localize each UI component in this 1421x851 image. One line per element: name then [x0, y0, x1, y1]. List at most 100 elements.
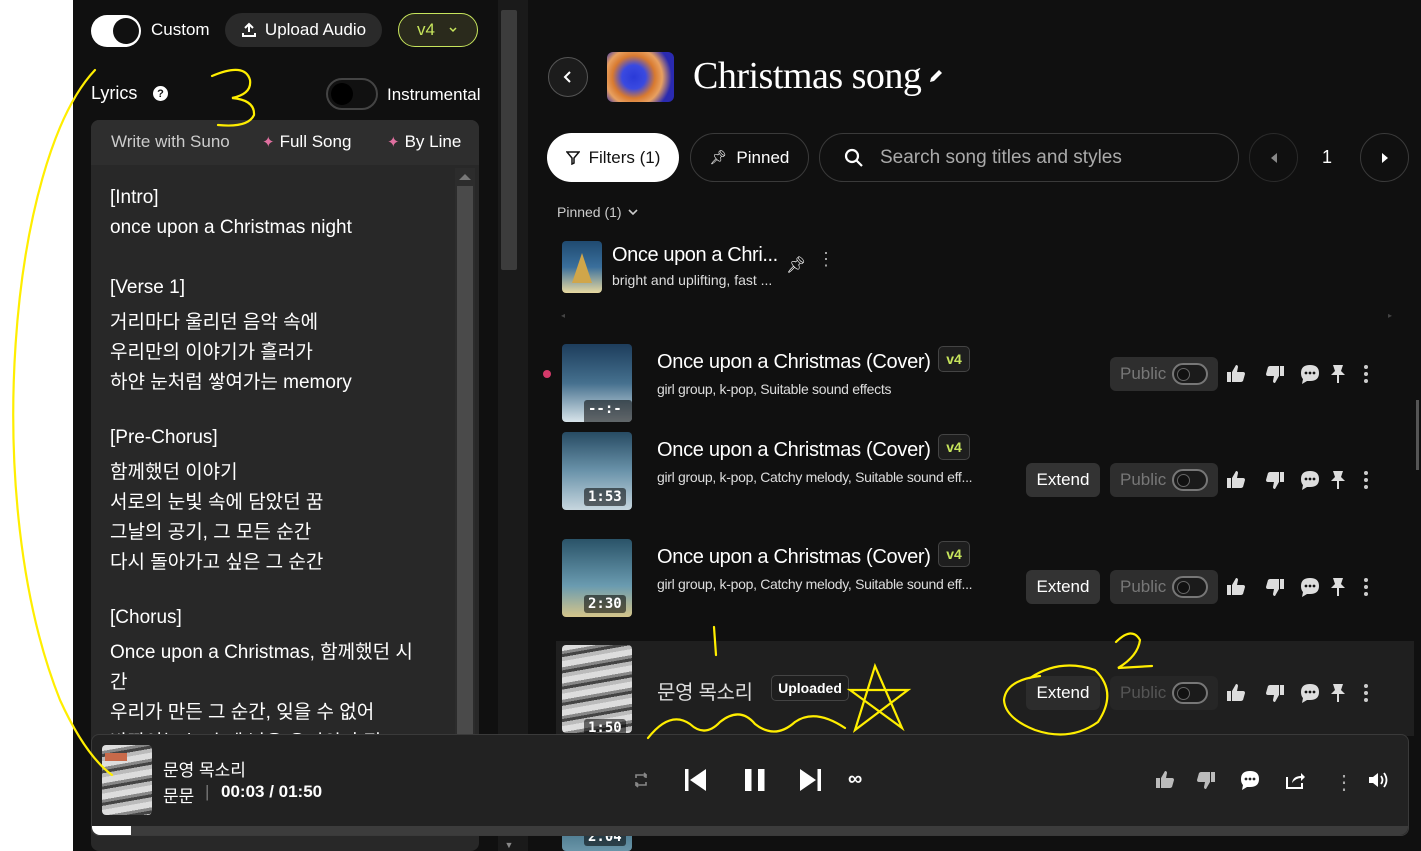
- player-more-icon[interactable]: ⋮: [1334, 770, 1354, 795]
- song-cover[interactable]: 2:30: [562, 539, 632, 617]
- song-title[interactable]: Once upon a Christmas (Cover): [657, 439, 931, 462]
- song-title[interactable]: Once upon a Christmas (Cover): [657, 546, 931, 569]
- list-scroll-thumb[interactable]: [1416, 400, 1419, 470]
- repeat-icon[interactable]: [632, 771, 650, 789]
- thumbs-up-icon[interactable]: [1225, 363, 1247, 385]
- scroll-down-arrow[interactable]: ▼: [503, 840, 515, 850]
- skip-back-icon[interactable]: [684, 767, 708, 793]
- lyrics-line: [Chorus]: [110, 607, 182, 628]
- custom-toggle[interactable]: [91, 15, 141, 47]
- player-song-title[interactable]: 문영 목소리: [163, 756, 246, 781]
- pin-icon[interactable]: [1329, 363, 1351, 385]
- thumbs-down-icon[interactable]: [1264, 682, 1286, 704]
- song-title[interactable]: Once upon a Christmas (Cover): [657, 351, 931, 374]
- volume-icon[interactable]: [1367, 770, 1389, 790]
- thumbs-down-icon[interactable]: [1264, 576, 1286, 598]
- divider-scroll-thumb[interactable]: [501, 10, 517, 270]
- pinned-song-cover[interactable]: [562, 241, 602, 293]
- toggle-knob: [1177, 687, 1190, 700]
- more-icon[interactable]: ⋮: [817, 250, 835, 268]
- cover-block: [105, 753, 127, 761]
- public-toggle[interactable]: Public: [1110, 463, 1218, 497]
- instrumental-toggle[interactable]: [326, 78, 378, 110]
- comment-icon[interactable]: [1299, 363, 1321, 385]
- pinned-song-title[interactable]: Once upon a Chri...: [612, 244, 778, 267]
- search-box[interactable]: Search song titles and styles: [819, 133, 1239, 182]
- comment-icon[interactable]: [1299, 576, 1321, 598]
- version-label: v4: [417, 20, 435, 39]
- thumbs-down-icon[interactable]: [1264, 363, 1286, 385]
- lyrics-line: 다시 돌아가고 싶은 그 순간: [110, 552, 324, 573]
- more-icon[interactable]: [1360, 682, 1382, 704]
- by-line-tab[interactable]: ✦ By Line: [387, 132, 461, 152]
- more-icon[interactable]: [1360, 469, 1382, 491]
- lyrics-line: 하얀 눈처럼 쌓여가는 memory: [110, 372, 352, 393]
- filter-icon: [565, 150, 580, 165]
- thumbs-down-icon[interactable]: [1264, 469, 1286, 491]
- pinned-hscroll-left[interactable]: ◂: [561, 311, 565, 320]
- write-with-suno-tab[interactable]: Write with Suno: [111, 132, 230, 152]
- pin-icon[interactable]: [1329, 576, 1351, 598]
- toggle-knob: [1177, 581, 1190, 594]
- comment-icon[interactable]: [1299, 682, 1321, 704]
- more-icon[interactable]: [1360, 576, 1382, 598]
- extend-button[interactable]: Extend: [1026, 676, 1100, 710]
- scroll-up-arrow[interactable]: [459, 174, 471, 180]
- player-separator: |: [205, 782, 210, 801]
- thumbs-up-icon[interactable]: [1225, 469, 1247, 491]
- version-badge: v4: [938, 346, 970, 372]
- chevron-down-icon: [449, 27, 457, 33]
- thumbs-up-icon[interactable]: [1225, 576, 1247, 598]
- song-cover[interactable]: 1:50: [562, 645, 632, 733]
- more-icon[interactable]: [1360, 363, 1382, 385]
- player-artist[interactable]: 문문: [163, 782, 194, 807]
- thumbs-down-icon[interactable]: [1195, 769, 1217, 791]
- scrollbar-thumb[interactable]: [457, 186, 473, 746]
- search-input[interactable]: Search song titles and styles: [880, 147, 1122, 169]
- pinned-section-header[interactable]: Pinned (1): [557, 204, 639, 220]
- help-icon[interactable]: ?: [153, 86, 168, 101]
- song-title[interactable]: 문영 목소리: [657, 676, 753, 705]
- lyrics-scrollbar[interactable]: [455, 168, 475, 746]
- pin-icon[interactable]: 📌︎: [786, 255, 806, 275]
- pin-icon[interactable]: [1329, 469, 1351, 491]
- extend-button[interactable]: Extend: [1026, 570, 1100, 604]
- song-cover[interactable]: --:--: [562, 344, 632, 422]
- progress-fill: [92, 826, 132, 835]
- extend-button[interactable]: Extend: [1026, 463, 1100, 497]
- public-toggle[interactable]: Public: [1110, 357, 1218, 391]
- toggle-switch: [1172, 469, 1208, 491]
- next-page-button[interactable]: [1360, 133, 1409, 182]
- upload-audio-button[interactable]: Upload Audio: [225, 13, 382, 47]
- pinned-hscroll-right[interactable]: ▸: [1388, 311, 1392, 320]
- progress-track[interactable]: [92, 826, 1408, 835]
- lyrics-line: [Pre-Chorus]: [110, 427, 218, 448]
- edit-icon[interactable]: [927, 67, 945, 85]
- list-scrollbar[interactable]: [1414, 340, 1421, 740]
- pinned-filter-button[interactable]: 📌︎ Pinned: [690, 133, 809, 182]
- filters-button[interactable]: Filters (1): [547, 133, 679, 182]
- prev-page-button[interactable]: [1249, 133, 1298, 182]
- public-label: Public: [1120, 683, 1167, 702]
- pin-icon[interactable]: [1329, 682, 1351, 704]
- pause-icon[interactable]: [743, 767, 767, 793]
- public-toggle[interactable]: Public: [1110, 570, 1218, 604]
- lyrics-label: Lyrics: [91, 83, 138, 103]
- song-cover[interactable]: 1:53: [562, 432, 632, 510]
- lyrics-line: 서로의 눈빛 속에 담았던 꿈: [110, 492, 324, 513]
- skip-forward-icon[interactable]: [798, 767, 822, 793]
- infinite-icon[interactable]: ∞: [848, 768, 862, 791]
- comment-icon[interactable]: [1239, 769, 1261, 791]
- thumbs-up-icon[interactable]: [1225, 682, 1247, 704]
- lyrics-line: 거리마다 울리던 음악 속에: [110, 312, 319, 333]
- comment-icon[interactable]: [1299, 469, 1321, 491]
- song-duration: 1:53: [584, 488, 626, 506]
- player-cover[interactable]: [102, 745, 152, 815]
- public-toggle[interactable]: Public: [1110, 676, 1218, 710]
- lyrics-line: [Verse 1]: [110, 277, 185, 298]
- thumbs-up-icon[interactable]: [1154, 769, 1176, 791]
- back-button[interactable]: [548, 57, 588, 97]
- share-icon[interactable]: [1284, 769, 1306, 791]
- version-select[interactable]: v4: [398, 13, 478, 47]
- full-song-tab[interactable]: ✦ Full Song: [262, 132, 351, 152]
